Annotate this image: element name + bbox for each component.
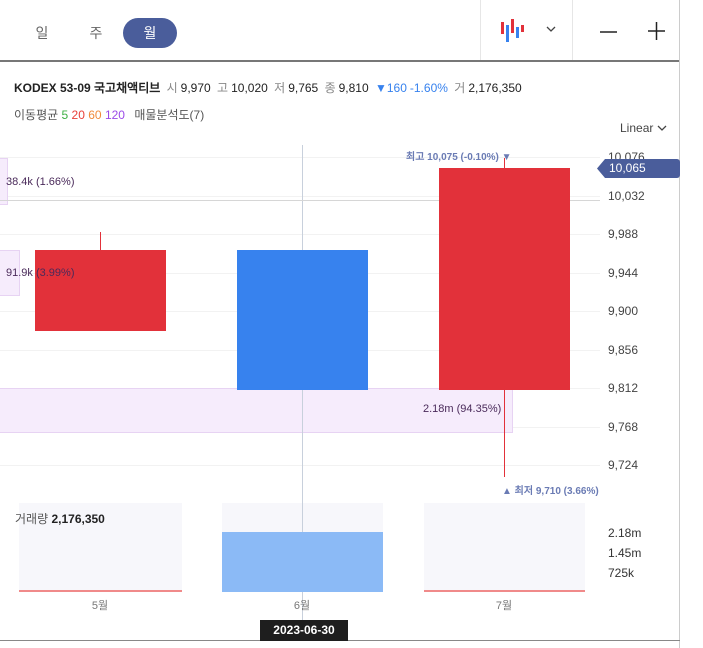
volume-bar — [222, 531, 383, 592]
y-tick: 9,988 — [608, 227, 639, 241]
candle — [237, 249, 368, 390]
y-tick: 9,724 — [608, 458, 639, 472]
current-price-tag: 10,065 — [597, 159, 680, 178]
grid-line — [0, 465, 600, 466]
volume-tick: 725k — [608, 566, 635, 580]
y-tick: 9,900 — [608, 304, 639, 318]
y-tick: 10,032 — [608, 188, 645, 203]
x-tick: 5월 — [91, 600, 109, 612]
volume-legend-value: 2,176,350 — [51, 512, 105, 526]
y-tick: 9,856 — [608, 342, 639, 357]
low-annotation: ▲ 최저 9,710 (3.66%) — [502, 486, 599, 497]
candle — [439, 168, 570, 390]
x-tick: 6월 — [293, 600, 311, 612]
profile-label: 91.9k (3.99%) — [6, 267, 75, 279]
volume-legend: 거래량 2,176,350 — [15, 510, 105, 527]
x-tick: 7월 — [495, 600, 513, 612]
volume-panel-bg — [424, 503, 585, 592]
profile-label: 38.4k (1.66%) — [6, 176, 75, 188]
crosshair-date-label: 2023-06-30 — [260, 620, 348, 641]
y-tick: 9,944 — [608, 265, 639, 280]
volume-bar — [19, 590, 182, 592]
high-annotation: 최고 10,075 (-0.10%) ▼ — [406, 152, 512, 163]
candle — [35, 249, 166, 332]
y-tick: 9,768 — [608, 419, 639, 434]
profile-label: 2.18m (94.35%) — [423, 403, 502, 415]
volume-bar — [424, 590, 585, 592]
volume-tick: 1.45m — [608, 546, 642, 560]
y-tick: 9,812 — [608, 381, 639, 395]
price-chart[interactable]: 9,724 9,768 9,812 9,856 9,900 9,944 9,988 10,03… — [0, 0, 680, 648]
volume-legend-label: 거래량 — [15, 512, 49, 526]
volume-tick: 2.18m — [608, 526, 642, 540]
